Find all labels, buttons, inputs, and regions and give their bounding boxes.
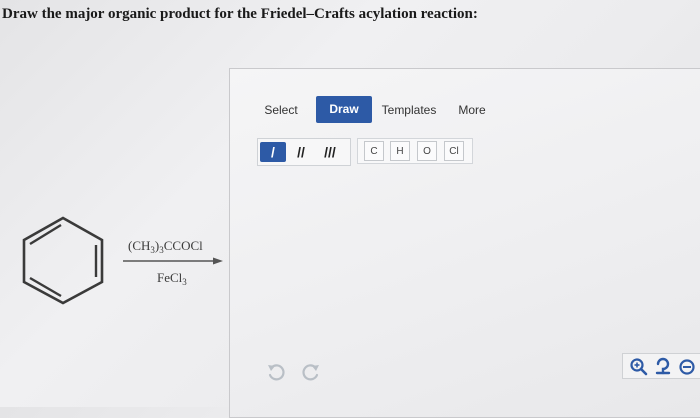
undo-icon[interactable] (265, 362, 287, 382)
zoom-controls (622, 353, 700, 379)
atom-toolbar: C H O Cl (357, 138, 473, 164)
question-text: Draw the major organic product for the F… (2, 6, 478, 22)
redo-icon[interactable] (300, 362, 322, 382)
zoom-fit-icon[interactable] (653, 357, 673, 377)
single-bond-button[interactable]: / (260, 142, 286, 162)
bond-toolbar: / // /// (257, 138, 351, 166)
atom-carbon-button[interactable]: C (364, 141, 384, 161)
triple-bond-button[interactable]: /// (318, 142, 342, 162)
atom-hydrogen-button[interactable]: H (390, 141, 410, 161)
reagent-acyl-chloride: (CH3)3CCOCl (128, 238, 203, 255)
tab-more[interactable]: More (455, 102, 489, 118)
tab-templates[interactable]: Templates (380, 102, 438, 118)
zoom-out-icon[interactable] (677, 357, 697, 377)
tab-select[interactable]: Select (262, 102, 300, 118)
reaction-arrow (123, 257, 223, 265)
tab-draw[interactable]: Draw (316, 96, 372, 123)
atom-chlorine-button[interactable]: Cl (444, 141, 464, 161)
zoom-in-icon[interactable] (629, 357, 649, 377)
double-bond-button[interactable]: // (289, 142, 313, 162)
reagent-catalyst: FeCl3 (157, 270, 187, 287)
atom-oxygen-button[interactable]: O (417, 141, 437, 161)
benzene-structure (22, 216, 104, 305)
